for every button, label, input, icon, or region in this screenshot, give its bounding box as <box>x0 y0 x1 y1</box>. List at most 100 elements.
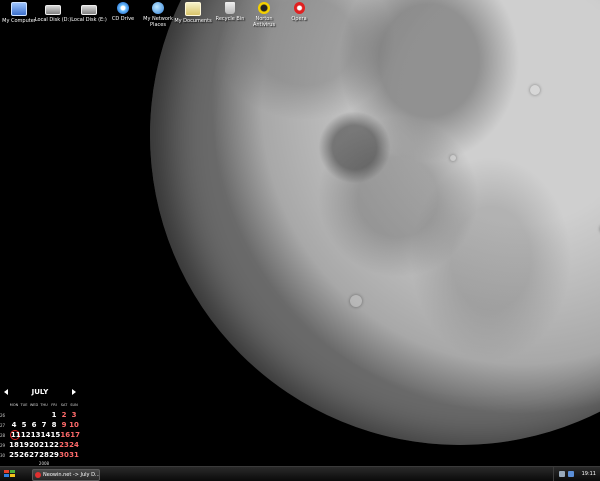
cd-drive-icon <box>117 2 129 14</box>
opera-icon <box>293 2 305 14</box>
calendar-day[interactable]: 28 <box>39 451 49 459</box>
local-disk-d-icon <box>45 5 61 15</box>
calendar-month: JULY <box>31 388 49 396</box>
desktop-icon-my-documents[interactable]: My Documents <box>174 2 212 24</box>
calendar-day[interactable]: 30 <box>59 451 69 459</box>
calendar-day-header: TUE <box>20 403 28 407</box>
calendar-day[interactable]: 4 <box>9 421 19 429</box>
calendar-day[interactable]: 8 <box>49 421 59 429</box>
calendar-day[interactable]: 25 <box>9 451 19 459</box>
calendar-day[interactable]: 13 <box>31 431 41 439</box>
calendar-day[interactable]: 22 <box>49 441 59 449</box>
calendar-week-row: 30 25 26 27 28 29 30 31 <box>0 450 80 460</box>
system-tray: 19:11 <box>553 467 600 481</box>
calendar-day[interactable]: 3 <box>69 411 79 419</box>
calendar-day-header: MON <box>9 403 19 407</box>
calendar-day[interactable]: 1 <box>49 411 59 419</box>
desktop-icon-local-disk-e[interactable]: Local Disk (E:) <box>70 2 108 23</box>
calendar-day[interactable]: 26 <box>19 451 29 459</box>
desktop-icon-label: My Documents <box>174 18 212 24</box>
calendar-prev-arrow-icon[interactable] <box>4 389 8 395</box>
local-disk-e-icon <box>81 5 97 15</box>
windows-flag-red <box>4 470 9 473</box>
tray-antenna-icon[interactable] <box>559 471 565 477</box>
desktop-icon-network-places[interactable]: My Network Places <box>139 2 177 28</box>
calendar-day[interactable]: 7 <box>39 421 49 429</box>
calendar-day-header: FRI <box>51 403 57 407</box>
calendar-day[interactable]: 9 <box>59 421 69 429</box>
week-number: 26 <box>0 412 6 418</box>
calendar-day[interactable]: 10 <box>69 421 79 429</box>
moon-crater <box>350 295 362 307</box>
week-number: 28 <box>0 432 6 438</box>
tray-network-icon[interactable] <box>568 471 574 477</box>
calendar-day[interactable]: 23 <box>59 441 69 449</box>
calendar-day[interactable]: 6 <box>29 421 39 429</box>
calendar-day[interactable]: 27 <box>29 451 39 459</box>
calendar-day[interactable]: 20 <box>29 441 39 449</box>
calendar-day-header: WED <box>29 403 39 407</box>
calendar-day-headers: MON TUE WED THU FRI SAT SUN <box>0 400 80 410</box>
taskbar: Neowin.net -> July D... 19:11 <box>0 466 600 481</box>
calendar-day[interactable]: 19 <box>19 441 29 449</box>
taskbar-window-title: Neowin.net -> July D... <box>43 472 100 478</box>
windows-flag-blue <box>4 474 9 477</box>
windows-flag-green <box>10 470 15 473</box>
calendar-day[interactable]: 5 <box>19 421 29 429</box>
moon-crater <box>530 85 540 95</box>
calendar-header: JULY <box>0 388 80 398</box>
calendar-day[interactable]: 29 <box>49 451 59 459</box>
my-documents-icon <box>185 2 201 16</box>
taskbar-window-button[interactable]: Neowin.net -> July D... <box>32 469 100 481</box>
calendar-next-arrow-icon[interactable] <box>72 389 76 395</box>
desktop-icon-norton[interactable]: Norton Antivirus <box>245 2 283 28</box>
calendar-widget: JULY MON TUE WED THU FRI SAT SUN 26 1 2 3 27… <box>0 388 80 466</box>
desktop: My Computer Local Disk (D:) Local Disk (… <box>0 0 600 466</box>
calendar-day[interactable]: 18 <box>9 441 19 449</box>
calendar-week-row: 29 18 19 20 21 22 23 24 <box>0 440 80 450</box>
desktop-icon-cd-drive[interactable]: CD Drive <box>104 2 142 22</box>
calendar-day[interactable]: 31 <box>69 451 79 459</box>
desktop-icon-label: My Computer <box>2 18 36 24</box>
moon-crater <box>450 155 456 161</box>
desktop-icon-recycle-bin[interactable]: Recycle Bin <box>211 2 249 22</box>
calendar-week-row: 26 1 2 3 <box>0 410 80 420</box>
desktop-icon-label: Local Disk (D:) <box>34 17 72 23</box>
week-number: 29 <box>0 442 6 448</box>
taskbar-clock[interactable]: 19:11 <box>582 467 596 481</box>
start-button[interactable] <box>4 470 18 479</box>
calendar-day-today[interactable]: 11 <box>9 430 21 440</box>
desktop-icon-label: Local Disk (E:) <box>71 17 107 23</box>
calendar-grid: MON TUE WED THU FRI SAT SUN 26 1 2 3 27 4 5 6 7 8… <box>0 400 80 460</box>
calendar-week-row: 27 4 5 6 7 8 9 10 <box>0 420 80 430</box>
calendar-day[interactable]: 16 <box>60 431 70 439</box>
desktop-icon-local-disk-d[interactable]: Local Disk (D:) <box>34 2 72 23</box>
moon-wallpaper <box>150 0 600 445</box>
calendar-day[interactable]: 12 <box>21 431 31 439</box>
desktop-icon-label: My Network Places <box>143 16 173 28</box>
calendar-day[interactable]: 2 <box>59 411 69 419</box>
calendar-day-header: SAT <box>60 403 68 407</box>
week-number: 30 <box>0 452 6 458</box>
desktop-icon-label: CD Drive <box>111 16 135 22</box>
recycle-bin-icon <box>225 2 235 14</box>
calendar-weeks: 26 1 2 3 27 4 5 6 7 8 9 10 28 11 12 13 14 15 16 17 29 18 19 20 2… <box>0 410 80 460</box>
week-number: 27 <box>0 422 6 428</box>
network-places-icon <box>152 2 164 14</box>
calendar-day-header: THU <box>40 403 48 407</box>
calendar-day[interactable]: 17 <box>70 431 80 439</box>
desktop-icon-label: Norton Antivirus <box>252 16 276 28</box>
calendar-day[interactable]: 21 <box>39 441 49 449</box>
calendar-week-row: 28 11 12 13 14 15 16 17 <box>0 430 80 440</box>
calendar-day-header: SUN <box>70 403 78 407</box>
windows-flag-yellow <box>10 474 15 477</box>
desktop-icon-my-computer[interactable]: My Computer <box>0 2 38 24</box>
my-computer-icon <box>11 2 27 16</box>
desktop-icon-opera[interactable]: Opera <box>280 2 318 22</box>
norton-icon <box>258 2 270 14</box>
opera-icon <box>35 471 41 478</box>
calendar-day[interactable]: 24 <box>69 441 79 449</box>
desktop-icon-label: Opera <box>291 16 307 22</box>
calendar-day[interactable]: 15 <box>50 431 61 439</box>
calendar-day[interactable]: 14 <box>41 431 51 439</box>
